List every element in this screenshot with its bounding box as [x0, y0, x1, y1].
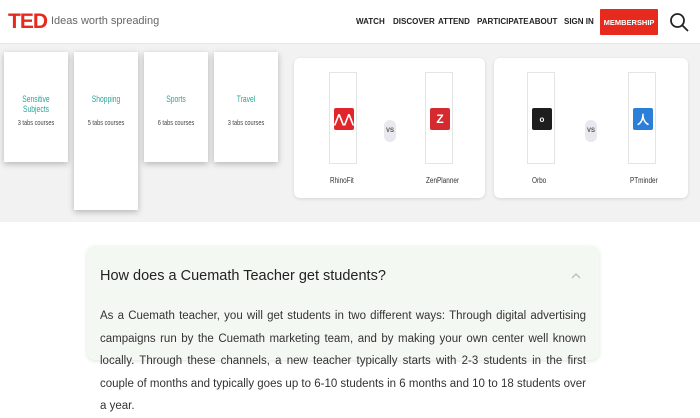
rhinofit-logo-icon: ⋀⋀ [334, 108, 354, 130]
nav-participate[interactable]: PARTICIPATE [477, 17, 529, 26]
app-logo-box: Z [425, 72, 453, 164]
nav-watch[interactable]: WATCH [356, 17, 385, 26]
tagline: Ideas worth spreading [51, 15, 160, 27]
nav-discover[interactable]: DISCOVER [393, 17, 435, 26]
comparison-card[interactable]: ⋀⋀ VS Z RhinoFit ZenPlanner [294, 58, 485, 198]
category-card[interactable]: Sensitive Subjects 3 tabs courses [4, 52, 68, 162]
app-name: RhinoFit [330, 176, 354, 185]
membership-button[interactable]: MEMBERSHIP [600, 9, 658, 35]
vs-badge: VS [585, 120, 597, 142]
app-name: ZenPlanner [426, 176, 460, 185]
top-nav-bar: TED Ideas worth spreading WATCH DISCOVER… [0, 0, 700, 44]
category-card[interactable]: Sports 6 tabs courses [144, 52, 208, 162]
faq-question[interactable]: How does a Cuemath Teacher get students? [100, 268, 386, 284]
comparison-card[interactable]: o VS 人 Orbo PTminder [494, 58, 688, 198]
chevron-up-icon[interactable] [571, 271, 581, 281]
orbo-logo-icon: o [532, 108, 552, 130]
vs-badge: VS [384, 120, 396, 142]
category-title: Travel [236, 94, 256, 104]
ptminder-logo-icon: 人 [633, 108, 653, 130]
nav-attend[interactable]: ATTEND [438, 17, 470, 26]
ted-logo[interactable]: TED [8, 10, 48, 34]
nav-sign-in[interactable]: SIGN IN [564, 17, 594, 26]
app-logo-box: o [527, 72, 555, 164]
category-card[interactable]: Shopping 5 tabs courses [74, 52, 138, 210]
category-subtitle: 3 tabs courses [17, 118, 55, 127]
category-subtitle: 5 tabs courses [87, 118, 125, 127]
category-title: Sports [166, 94, 186, 104]
category-subtitle: 3 tabs courses [227, 118, 265, 127]
app-name: PTminder [630, 176, 658, 185]
category-title: Shopping [91, 94, 121, 104]
app-name: Orbo [532, 176, 547, 185]
category-card[interactable]: Travel 3 tabs courses [214, 52, 278, 162]
app-logo-box: 人 [628, 72, 656, 164]
faq-answer: As a Cuemath teacher, you will get stude… [100, 310, 586, 413]
category-title: Sensitive Subjects [22, 94, 50, 114]
category-subtitle: 6 tabs courses [157, 118, 195, 127]
nav-about[interactable]: ABOUT [529, 17, 557, 26]
search-icon[interactable] [668, 11, 690, 33]
app-logo-box: ⋀⋀ [329, 72, 357, 164]
zenplanner-logo-icon: Z [430, 108, 450, 130]
